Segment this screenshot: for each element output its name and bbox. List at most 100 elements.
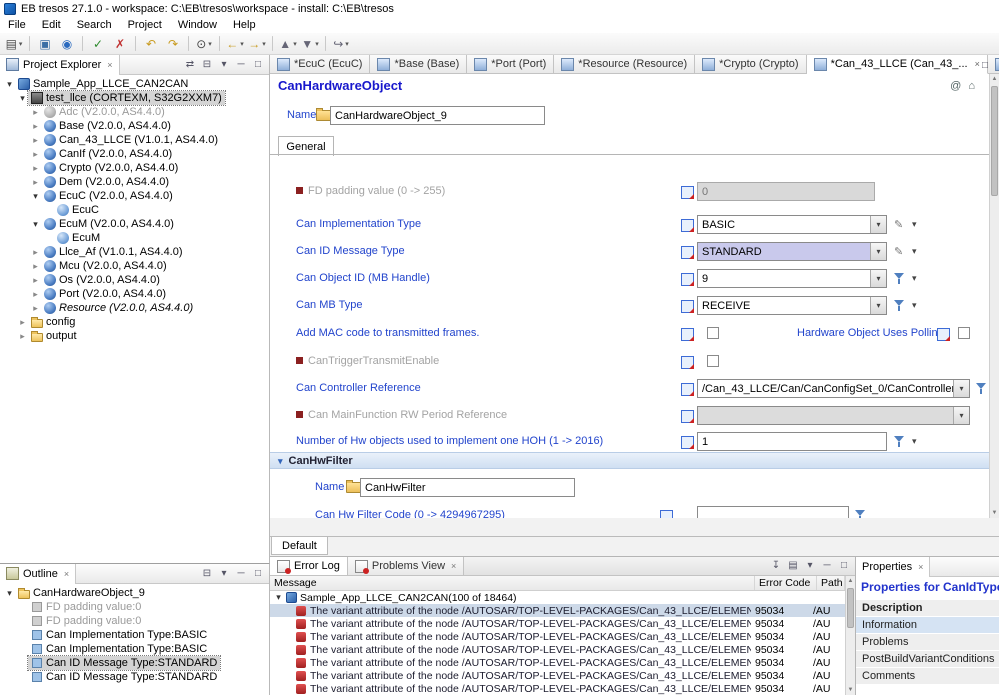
close-icon[interactable] bbox=[918, 562, 923, 572]
tree-item[interactable]: CanIf (V2.0.0, AS4.4.0) bbox=[0, 147, 269, 161]
config-state-icon[interactable] bbox=[937, 328, 950, 341]
tree-item[interactable]: Sample_App_LLCE_CAN2CAN bbox=[0, 77, 269, 91]
tree-item[interactable]: EcuM bbox=[0, 231, 269, 245]
tree-expander-icon[interactable] bbox=[4, 79, 15, 90]
hwfilter-name-input[interactable]: CanHwFilter bbox=[360, 478, 575, 497]
tree-expander-icon[interactable] bbox=[274, 592, 283, 603]
tree-expander-icon[interactable] bbox=[30, 289, 41, 300]
maximize-icon[interactable]: □ bbox=[250, 566, 266, 582]
error-log-row[interactable]: The variant attribute of the node /AUTOS… bbox=[270, 656, 845, 669]
properties-section[interactable]: Information bbox=[856, 617, 999, 634]
column-path[interactable]: Path bbox=[817, 576, 845, 590]
tree-item[interactable]: Resource (V2.0.0, AS4.4.0) bbox=[0, 301, 269, 315]
scrollbar-thumb[interactable] bbox=[847, 588, 854, 628]
editor-tab[interactable]: *Can_43_LLCE (Can_43_... bbox=[807, 55, 988, 74]
properties-tab[interactable]: Properties bbox=[856, 557, 930, 577]
outline-item[interactable]: Can Implementation Type:BASIC bbox=[0, 628, 269, 642]
outline-item[interactable]: CanHardwareObject_9 bbox=[0, 586, 269, 600]
impl-type-select[interactable]: BASIC bbox=[697, 215, 887, 234]
verify-project-icon[interactable]: ✓ bbox=[88, 35, 108, 53]
chevron-down-icon[interactable] bbox=[953, 380, 969, 397]
properties-section[interactable]: Problems bbox=[856, 634, 999, 651]
maximize-icon[interactable]: □ bbox=[250, 57, 266, 73]
forward-icon[interactable]: → bbox=[247, 35, 267, 53]
navigate-home-icon[interactable]: ⌂ bbox=[968, 80, 975, 92]
edit-icon[interactable] bbox=[894, 245, 903, 258]
chevron-down-icon[interactable] bbox=[870, 297, 886, 314]
last-edit-location-icon[interactable]: ↪ bbox=[331, 35, 351, 53]
link-with-editor-icon[interactable]: ⇄ bbox=[182, 57, 198, 73]
editor-tab[interactable]: *Crypto (Crypto) bbox=[695, 55, 806, 73]
tree-expander-icon[interactable] bbox=[30, 275, 41, 286]
tree-item[interactable]: Base (V2.0.0, AS4.4.0) bbox=[0, 119, 269, 133]
editor-tab[interactable]: *Base (Base) bbox=[370, 55, 467, 73]
workspace-icon[interactable]: ◉ bbox=[57, 35, 77, 53]
chevron-down-icon[interactable] bbox=[912, 219, 917, 230]
view-menu-icon[interactable]: ▾ bbox=[802, 557, 818, 573]
tree-item[interactable]: Llce_Af (V1.0.1, AS4.4.0) bbox=[0, 245, 269, 259]
tree-item[interactable]: Port (V2.0.0, AS4.4.0) bbox=[0, 287, 269, 301]
tree-expander-icon[interactable] bbox=[30, 177, 41, 188]
outline-item[interactable]: Can ID Message Type:STANDARD bbox=[0, 670, 269, 684]
tree-item[interactable]: output bbox=[0, 329, 269, 343]
properties-section[interactable]: Comments bbox=[856, 668, 999, 685]
error-log-row[interactable]: The variant attribute of the node /AUTOS… bbox=[270, 669, 845, 682]
config-state-icon[interactable] bbox=[681, 300, 694, 313]
tree-expander-icon[interactable] bbox=[30, 149, 41, 160]
column-message[interactable]: Message bbox=[270, 576, 755, 590]
filter-icon[interactable] bbox=[894, 435, 906, 448]
tree-expander-icon[interactable] bbox=[17, 317, 28, 328]
tree-expander-icon[interactable] bbox=[30, 121, 41, 132]
view-tab[interactable]: Error Log bbox=[270, 557, 348, 575]
chevron-down-icon[interactable] bbox=[912, 246, 917, 257]
polling-link[interactable]: Hardware Object Uses Polling bbox=[797, 324, 944, 343]
tree-item[interactable]: Mcu (V2.0.0, AS4.4.0) bbox=[0, 259, 269, 273]
polling-checkbox[interactable] bbox=[958, 327, 970, 339]
id-msg-type-select[interactable]: STANDARD bbox=[697, 242, 887, 261]
mb-type-select[interactable]: RECEIVE bbox=[697, 296, 887, 315]
outline-item[interactable]: Can ID Message Type:STANDARD bbox=[0, 656, 269, 670]
chevron-down-icon[interactable] bbox=[870, 216, 886, 233]
export-log-icon[interactable]: ↧ bbox=[768, 557, 784, 573]
menu-item[interactable]: Help bbox=[225, 18, 264, 32]
minimize-icon[interactable]: ─ bbox=[819, 557, 835, 573]
editor-tab[interactable]: *Port (Port) bbox=[467, 55, 554, 73]
scroll-down-icon[interactable] bbox=[990, 508, 999, 518]
collapse-all-icon[interactable]: ⊟ bbox=[199, 57, 215, 73]
config-state-icon[interactable] bbox=[681, 436, 694, 449]
edit-icon[interactable] bbox=[894, 218, 903, 231]
tab-default-variant[interactable]: Default bbox=[271, 536, 328, 555]
error-log-root-row[interactable]: Sample_App_LLCE_CAN2CAN(100 of 18464) bbox=[270, 591, 845, 604]
close-icon[interactable] bbox=[451, 561, 456, 571]
back-icon[interactable]: ← bbox=[225, 35, 245, 53]
outline-tab[interactable]: Outline bbox=[0, 564, 76, 584]
save-icon[interactable]: ▣ bbox=[35, 35, 55, 53]
minimize-icon[interactable]: ─ bbox=[233, 566, 249, 582]
project-explorer-tab[interactable]: Project Explorer bbox=[0, 55, 120, 75]
name-input[interactable]: CanHardwareObject_9 bbox=[330, 106, 545, 125]
tree-expander-icon[interactable] bbox=[30, 303, 41, 314]
editor-scrollbar[interactable] bbox=[989, 74, 999, 518]
generate-project-icon[interactable]: ✗ bbox=[110, 35, 130, 53]
tree-item[interactable]: Crypto (V2.0.0, AS4.4.0) bbox=[0, 161, 269, 175]
config-state-icon[interactable] bbox=[681, 219, 694, 232]
properties-section[interactable]: Description bbox=[856, 600, 999, 617]
tree-item[interactable]: Dem (V2.0.0, AS4.4.0) bbox=[0, 175, 269, 189]
tree-item[interactable]: config bbox=[0, 315, 269, 329]
config-state-icon[interactable] bbox=[681, 410, 694, 423]
config-state-icon[interactable] bbox=[660, 510, 673, 518]
hwfilter-code-input[interactable] bbox=[697, 506, 849, 518]
close-icon[interactable] bbox=[107, 60, 112, 70]
editor-tab[interactable]: *EcuC (EcuC) bbox=[270, 55, 370, 73]
scroll-down-icon[interactable] bbox=[846, 685, 855, 695]
next-annotation-icon[interactable]: ▼ bbox=[300, 35, 320, 53]
close-icon[interactable] bbox=[64, 569, 69, 579]
error-log-row[interactable]: The variant attribute of the node /AUTOS… bbox=[270, 630, 845, 643]
tree-item[interactable]: EcuC (V2.0.0, AS4.4.0) bbox=[0, 189, 269, 203]
tree-item[interactable]: test_llce (CORTEXM, S32G2XXM7) bbox=[0, 91, 269, 105]
tree-expander-icon[interactable] bbox=[30, 261, 41, 272]
new-wizard-icon[interactable]: ▤ bbox=[4, 35, 24, 53]
tree-expander-icon[interactable] bbox=[4, 588, 15, 599]
tree-expander-icon[interactable] bbox=[30, 219, 41, 230]
error-log-row[interactable]: The variant attribute of the node /AUTOS… bbox=[270, 617, 845, 630]
